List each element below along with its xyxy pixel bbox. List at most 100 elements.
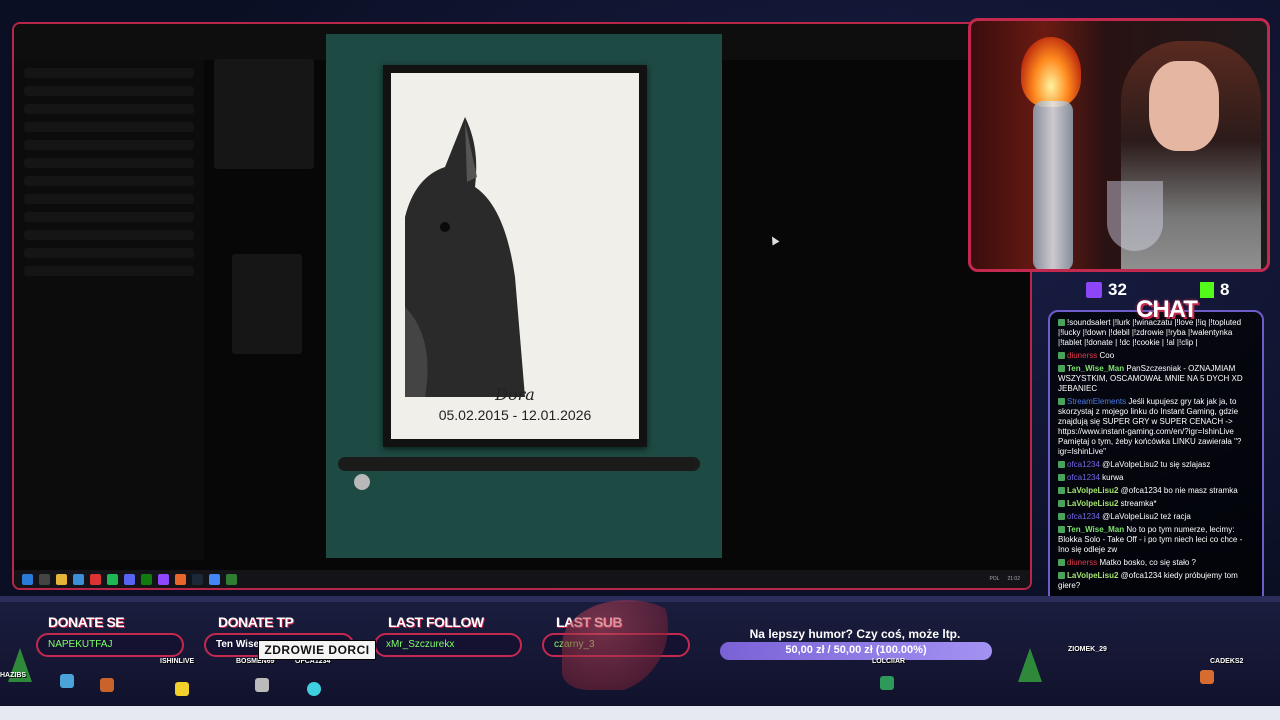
viewer-name: HAZIBS — [0, 672, 27, 679]
app-icon[interactable] — [90, 573, 101, 585]
chat-username[interactable]: StreamElements — [1067, 397, 1126, 406]
dim-thumbnail — [232, 254, 302, 354]
mouse-cursor-icon — [768, 234, 780, 246]
edge-icon[interactable] — [73, 573, 84, 585]
snow-ground — [0, 706, 1280, 720]
chat-message: LaVolpeLisu2 @ofca1234 kiedy próbujemy t… — [1058, 571, 1254, 591]
picture-frame: Dora 05.02.2015 - 12.01.2026 — [383, 65, 647, 447]
alert-popup: ZDROWIE DORCI — [258, 640, 376, 660]
chat-text: streamka* — [1120, 499, 1157, 508]
twitch-logo-icon — [1086, 282, 1102, 298]
chat-text: @LaVolpeLisu2 tu się szlajasz — [1102, 460, 1211, 469]
windows-taskbar: POL 21:02 — [14, 570, 1030, 588]
chat-username[interactable]: LaVolpeLisu2 — [1067, 571, 1118, 580]
drawing-paper: Dora 05.02.2015 - 12.01.2026 — [391, 73, 639, 439]
pixel-character-icon — [175, 682, 189, 696]
chat-username[interactable]: diunerss — [1067, 351, 1097, 360]
kick-counter: 8 — [1200, 280, 1229, 300]
discord-icon[interactable] — [124, 573, 135, 585]
goal-progress-bar: 50,00 zł / 50,00 zł (100.00%) — [720, 642, 992, 660]
pixel-character-icon — [60, 674, 74, 688]
tray-language[interactable]: POL — [989, 576, 999, 582]
folder-icon[interactable] — [56, 573, 67, 585]
memorial-photo: Dora 05.02.2015 - 12.01.2026 — [326, 34, 722, 558]
pixel-character-icon — [100, 678, 114, 692]
twitch-icon[interactable] — [158, 573, 169, 585]
dim-thumbnail — [214, 59, 314, 169]
last-follow-value: xMr_Szczurekx — [374, 633, 522, 657]
chat-username[interactable]: ofca1234 — [1067, 473, 1100, 482]
chat-message: ofca1234 @LaVolpeLisu2 tu się szlajasz — [1058, 460, 1254, 470]
chat-message: Ten_Wise_Man PanSzczesniak - OZNAJMIAM W… — [1058, 364, 1254, 394]
donate-se-value: NAPEKUTFAJ — [36, 633, 184, 657]
system-tray: POL 21:02 — [989, 576, 1030, 582]
tray-clock[interactable]: 21:02 — [1007, 576, 1020, 582]
dog-collar — [338, 457, 700, 471]
bottle-icon — [1033, 101, 1073, 269]
chat-message: ofca1234 @LaVolpeLisu2 też racja — [1058, 512, 1254, 522]
twitch-counter: 32 — [1086, 280, 1127, 300]
stream-background: Dora 05.02.2015 - 12.01.2026 POL 21:02 3… — [0, 0, 1280, 720]
excel-icon[interactable] — [226, 573, 237, 585]
chat-title: CHAT — [1136, 296, 1198, 323]
pixel-character-icon — [255, 678, 269, 692]
chat-badge-icon — [1058, 487, 1065, 495]
dog-drawing-icon — [405, 117, 525, 397]
pixel-character-icon — [307, 682, 321, 696]
chat-message: ofca1234 kurwa — [1058, 473, 1254, 483]
steam-icon[interactable] — [192, 573, 203, 585]
pixel-character-icon — [1200, 670, 1214, 684]
mushroom-sprite-icon — [562, 600, 692, 690]
xbox-icon[interactable] — [141, 573, 152, 585]
start-icon[interactable] — [22, 573, 33, 585]
chat-badge-icon — [1058, 500, 1065, 508]
goal-value: 50,00 zł / 50,00 zł (100.00%) — [785, 644, 927, 656]
artwork-name: Dora — [495, 385, 535, 404]
spotify-icon[interactable] — [107, 573, 118, 585]
chat-badge-icon — [1058, 461, 1065, 469]
donate-tp-label: DONATE TP — [218, 614, 294, 630]
chat-username[interactable]: LaVolpeLisu2 — [1067, 499, 1118, 508]
artwork-dates: 05.02.2015 - 12.01.2026 — [438, 407, 592, 423]
chat-text: @LaVolpeLisu2 też racja — [1102, 512, 1191, 521]
chat-text: Matko bosko, co się stało ? — [1099, 558, 1196, 567]
donate-se-label: DONATE SE — [48, 614, 125, 630]
christmas-tree-icon — [1018, 648, 1042, 682]
search-icon[interactable] — [39, 573, 50, 585]
chat-badge-icon — [1058, 572, 1065, 580]
chat-badge-icon — [1058, 526, 1065, 534]
chat-username[interactable]: LaVolpeLisu2 — [1067, 486, 1118, 495]
glass-icon — [1107, 181, 1163, 251]
webcam-feed — [968, 18, 1270, 272]
chat-message: diunerss Coo — [1058, 351, 1254, 361]
captured-desktop: Dora 05.02.2015 - 12.01.2026 POL 21:02 — [12, 22, 1032, 590]
chat-badge-icon — [1058, 474, 1065, 482]
goal-title: Na lepszy humor? Czy coś, może ltp. — [749, 627, 961, 641]
chat-username[interactable]: ofca1234 — [1067, 460, 1100, 469]
chat-text: kurwa — [1102, 473, 1124, 482]
pixel-character-icon — [880, 676, 894, 690]
chat-message: StreamElements Jeśli kupujesz gry tak ja… — [1058, 397, 1254, 457]
chat-text: Coo — [1099, 351, 1115, 360]
chat-username[interactable]: Ten_Wise_Man — [1067, 364, 1124, 373]
chat-badge-icon — [1058, 352, 1065, 360]
viewer-name: ISHINLIVE — [160, 658, 195, 665]
chat-badge-icon — [1058, 559, 1065, 567]
firefox-icon[interactable] — [175, 573, 186, 585]
chat-message: LaVolpeLisu2 streamka* — [1058, 499, 1254, 509]
chat-username[interactable]: diunerss — [1067, 558, 1097, 567]
chat-message: LaVolpeLisu2 @ofca1234 bo nie masz stram… — [1058, 486, 1254, 496]
kick-viewer-count: 8 — [1220, 280, 1230, 299]
twitch-viewer-count: 32 — [1108, 280, 1127, 299]
app-sidebar — [14, 60, 204, 560]
chat-username[interactable]: Ten_Wise_Man — [1067, 525, 1124, 534]
collar-tag-icon — [354, 474, 370, 490]
kick-logo-icon — [1200, 282, 1214, 298]
chat-badge-icon — [1058, 319, 1065, 327]
fireplace-icon — [1021, 37, 1081, 107]
chat-badge-icon — [1058, 365, 1065, 373]
chrome-icon[interactable] — [209, 573, 220, 585]
last-follow-label: LAST FOLLOW — [388, 614, 484, 630]
chat-username[interactable]: ofca1234 — [1067, 512, 1100, 521]
viewer-name: LOLCIIAR — [872, 658, 906, 665]
